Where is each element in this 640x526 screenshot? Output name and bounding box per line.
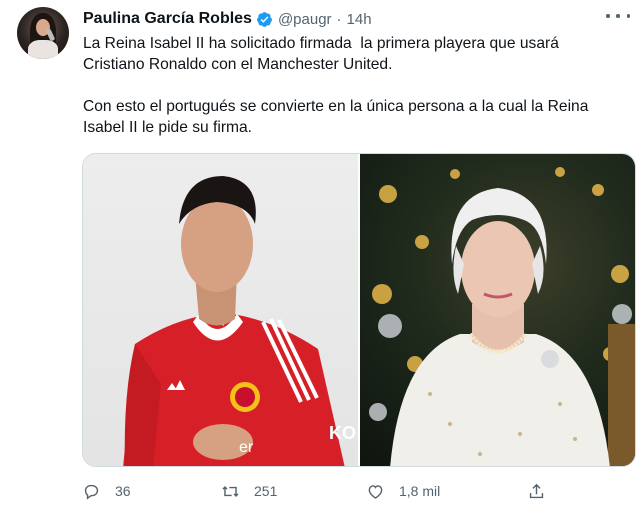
tweet-text: La Reina Isabel II ha solicitado firmada… <box>83 33 623 138</box>
separator-dot: · <box>336 10 342 28</box>
like-icon <box>368 484 383 499</box>
photo-queen-elizabeth[interactable] <box>360 154 635 466</box>
retweet-button[interactable]: 251 <box>221 479 277 503</box>
share-button[interactable] <box>527 479 546 503</box>
tweet-paragraph-2: Con esto el portugués se convierte en la… <box>83 98 593 136</box>
jersey-sponsor-fragment: er <box>239 439 254 456</box>
author-handle[interactable]: @paugr <box>278 11 332 28</box>
avatar-body <box>28 40 58 59</box>
tweet-media[interactable]: KO er <box>82 153 636 467</box>
retweet-icon <box>222 485 239 497</box>
queen-illustration <box>369 167 635 466</box>
more-dot <box>626 14 630 18</box>
tweet-paragraph-1: La Reina Isabel II ha solicitado firmada… <box>83 35 564 73</box>
retweet-count: 251 <box>254 483 278 499</box>
more-options-icon[interactable] <box>606 8 630 24</box>
reply-button[interactable]: 36 <box>82 479 131 503</box>
tweet-actions: 36 251 1,8 mil <box>82 479 552 503</box>
tweet-header: Paulina García Robles @paugr · 14h <box>83 9 372 29</box>
like-count: 1,8 mil <box>399 483 441 499</box>
verified-badge-icon <box>257 11 272 27</box>
author-name[interactable]: Paulina García Robles <box>83 10 252 28</box>
more-dot <box>606 14 610 18</box>
jersey-sponsor-text: KO <box>329 423 356 443</box>
share-icon <box>529 483 544 498</box>
like-button[interactable]: 1,8 mil <box>366 479 440 503</box>
more-dot <box>616 14 620 18</box>
photo-cristiano-ronaldo[interactable]: KO er <box>83 154 358 466</box>
tweet-timestamp[interactable]: 14h <box>347 11 372 28</box>
author-avatar[interactable] <box>17 7 69 59</box>
ronaldo-illustration: KO er <box>123 176 356 466</box>
reply-icon <box>84 484 99 500</box>
tweet[interactable]: Paulina García Robles @paugr · 14h La Re… <box>0 0 640 526</box>
reply-count: 36 <box>115 483 131 499</box>
